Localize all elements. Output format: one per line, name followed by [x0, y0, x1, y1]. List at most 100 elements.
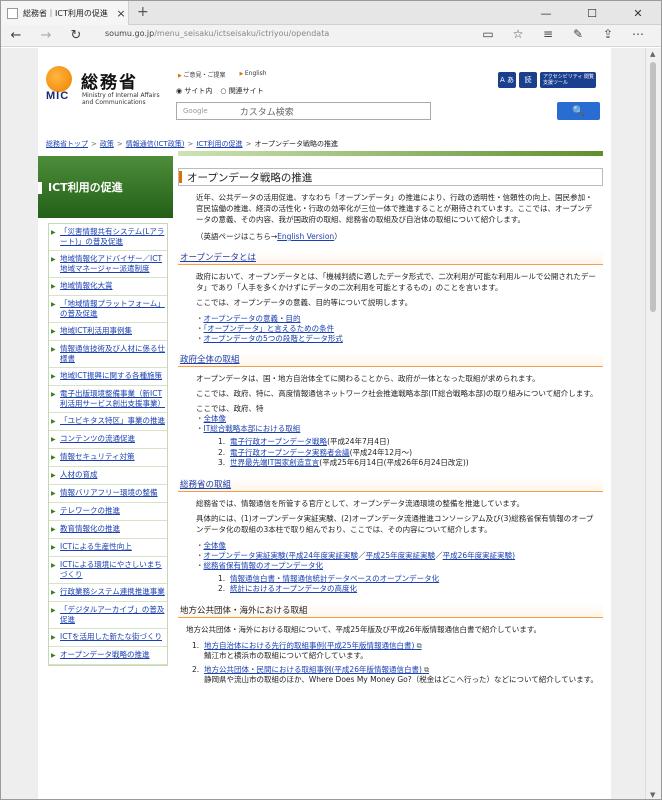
sidebar-item[interactable]: ▶ 「災害情報共有システム(Lアラート)」の普及促進 [49, 224, 167, 251]
sidebar-item[interactable]: ▶ 「ユビキタス特区」事業の推進 [49, 413, 167, 431]
browser-tab[interactable]: 総務省｜ICT利用の促進 × [1, 1, 129, 25]
address-path: /menu_seisaku/ictseisaku/ictriyou/openda… [154, 29, 330, 38]
sidebar-item[interactable]: ▶ コンテンツの流通促進 [49, 431, 167, 449]
web-note-icon[interactable]: ✎ [563, 27, 593, 41]
hub-icon[interactable]: ≡ [533, 27, 563, 41]
back-button[interactable]: ← [1, 28, 31, 43]
green-divider [178, 151, 603, 156]
search-input[interactable]: Google カスタム検索 [176, 102, 431, 120]
search-button[interactable]: 🔍 [557, 102, 600, 120]
ordered-list: 1. 情報通信白書・情報通信統計データベースのオープンデータ化 2. 統計におけるオ… [218, 574, 603, 595]
sidebar-item[interactable]: ▶ テレワークの推進 [49, 503, 167, 521]
sidebar-item[interactable]: ▶ 「デジタルアーカイブ」の普及促進 [49, 602, 167, 629]
search-placeholder: カスタム検索 [239, 107, 294, 118]
scroll-down-icon[interactable]: ▼ [650, 791, 655, 799]
arrow-icon: ▶ [51, 256, 56, 263]
sidebar-item[interactable]: ▶ ICTによる環境にやさしいまちづくり [49, 557, 167, 584]
sidebar-item[interactable]: ▶ ICTを活用した新たな街づくり [49, 629, 167, 647]
sidebar-item[interactable]: ▶ 「地域情報プラットフォーム」の普及促進 [49, 296, 167, 323]
sidebar-item[interactable]: ▶ 人材の育成 [49, 467, 167, 485]
sidebar-item[interactable]: ▶ 地域情報化大賞 [49, 278, 167, 296]
arrow-icon: ▶ [51, 472, 56, 479]
paragraph: ここでは、オープンデータの意義、目的等について説明します。 [196, 298, 413, 307]
sidebar-item[interactable]: ▶ 教育情報化の推進 [49, 521, 167, 539]
arrow-icon: ▶ [51, 526, 56, 533]
sidebar-item[interactable]: ▶ 電子出版環境整備事業（新ICT利活用サービス創出支援事業） [49, 386, 167, 413]
tab-close-icon[interactable]: × [114, 7, 128, 20]
list-item: オープンデータの意義・目的 [196, 314, 603, 324]
list-item: 3. 世界最先端IT国家創造宣言(平成25年6月14日(平成26年6月24日改定)… [218, 458, 469, 467]
minimize-button[interactable]: — [523, 1, 569, 25]
navigation-bar: ← → ↻ soumu.go.jp/menu_seisaku/ictseisak… [1, 25, 661, 47]
close-window-button[interactable]: ✕ [615, 1, 661, 25]
list-item: 1.地方自治体における先行的取組事例(平成25年版情報通信白書)鯖江市と横浜市の… [192, 641, 603, 662]
crumb-ict-use[interactable]: ICT利用の促進 [196, 140, 242, 148]
list-item: 2. 統計におけるオープンデータの高度化 [218, 584, 358, 593]
sidebar-item[interactable]: ▶ 地域ICT利活用事例集 [49, 323, 167, 341]
more-icon[interactable]: ⋯ [623, 27, 653, 41]
mic-logo[interactable]: 総務省 Ministry of Internal Affairs and Comm… [46, 66, 160, 106]
paragraph: ここでは、政府、特に、高度情報通信ネットワーク社会推進戦略本部(IT総合戦略本部… [196, 389, 598, 398]
speech-button[interactable]: 読 [519, 72, 537, 88]
sidebar-item[interactable]: ▶ 情報セキュリティ対策 [49, 449, 167, 467]
english-note: （英語ページはこちら→English Version） [196, 232, 342, 241]
arrow-icon: ▶ [51, 436, 56, 443]
radio-site[interactable]: ◉ サイト内 [176, 86, 212, 96]
sidebar-item[interactable]: ▶ 情報通信技術及び人材に係る仕様書 [49, 341, 167, 368]
english-version-link[interactable]: English Version [277, 232, 334, 241]
breadcrumb: 総務省トップ > 政策 > 情報通信(ICT政策) > ICT利用の促進 > オープンデータ戦略… [46, 140, 339, 148]
tab-title: 総務省｜ICT利用の促進 [23, 8, 108, 18]
crumb-policy[interactable]: 政策 [100, 140, 114, 148]
scroll-up-icon[interactable]: ▲ [650, 50, 655, 58]
arrow-icon: ▶ [51, 562, 56, 569]
reading-view-icon[interactable]: ▭ [473, 27, 503, 41]
crumb-top[interactable]: 総務省トップ [46, 140, 88, 148]
link-list: 全体像 オープンデータ実証実験(平成24年度実証実験／平成25年度実証実験／平成… [196, 541, 603, 571]
scroll-thumb[interactable] [650, 62, 656, 312]
arrow-icon: ▶ [51, 229, 56, 236]
page-viewport: 総務省 Ministry of Internal Affairs and Comm… [1, 48, 646, 799]
window-controls: — ☐ ✕ [523, 1, 661, 25]
sidebar-item[interactable]: ▶ 地域情報化アドバイザー／ICT地域マネージャー派遣制度 [49, 251, 167, 278]
list-item: オープンデータの5つの段階とデータ形式 [196, 334, 603, 344]
logo-english: Ministry of Internal Affairs and Communic… [82, 92, 160, 106]
english-link[interactable]: English [239, 70, 267, 79]
list-item: 2. 電子行政オープンデータ実務者会議(平成24年12月～) [218, 447, 413, 457]
section-heading: 政府全体の取組 [178, 352, 603, 367]
crumb-current: オープンデータ戦略の推進 [254, 140, 339, 148]
sidebar-item[interactable]: ▶ 地域ICT振興に関する各種施策 [49, 368, 167, 386]
feedback-link[interactable]: ご意見・ご提案 [178, 70, 225, 79]
list-item: IT総合戦略本部における取組 [196, 424, 603, 434]
font-size-button[interactable]: A あ [498, 72, 516, 88]
web-page: 総務省 Ministry of Internal Affairs and Comm… [38, 48, 611, 799]
arrow-icon: ▶ [51, 391, 56, 398]
list-item: 全体像 [196, 541, 603, 551]
link-list: 全体像 IT総合戦略本部における取組 [196, 414, 603, 434]
ordered-list: 1.地方自治体における先行的取組事例(平成25年版情報通信白書)鯖江市と横浜市の… [192, 641, 603, 686]
crumb-ict[interactable]: 情報通信(ICT政策) [126, 140, 185, 148]
maximize-button[interactable]: ☐ [569, 1, 615, 25]
address-bar[interactable]: soumu.go.jp/menu_seisaku/ictseisaku/ictr… [105, 29, 329, 38]
logo-japanese: 総務省 [81, 73, 138, 93]
search-scope: ◉ サイト内 ○ 関連サイト [176, 86, 264, 96]
header-links: ご意見・ご提案 English [178, 70, 267, 79]
list-item: 「オープンデータ」と言えるための条件 [196, 324, 603, 334]
sidebar-title: ICT利用の促進 [38, 156, 173, 218]
paragraph: 総務省では、情報通信を所管する官庁として、オープンデータ流通環境の整備を推進して… [196, 498, 524, 508]
new-tab-button[interactable]: + [137, 4, 149, 20]
paragraph: 具体的には、(1)オープンデータ実証実験、(2)オープンデータ流通推進コンソーシ… [196, 513, 594, 534]
vertical-scrollbar[interactable]: ▲ ▼ [645, 48, 661, 799]
sidebar-item[interactable]: ▶ 行政業務システム連携推進事業 [49, 584, 167, 602]
sidebar-item[interactable]: ▶ ICTによる生産性向上 [49, 539, 167, 557]
arrow-icon: ▶ [51, 607, 56, 614]
sidebar-item[interactable]: ▶ オープンデータ戦略の推進 [49, 647, 167, 665]
favorite-star-icon[interactable]: ☆ [503, 27, 533, 41]
sidebar-item[interactable]: ▶ 情報バリアフリー環境の整備 [49, 485, 167, 503]
accessibility-button[interactable]: アクセシビリティ 閲覧支援ツール [540, 72, 596, 88]
arrow-icon: ▶ [51, 418, 56, 425]
share-icon[interactable]: ⇪ [593, 27, 623, 41]
section-heading: 総務省の取組 [178, 476, 603, 492]
refresh-button[interactable]: ↻ [61, 28, 91, 43]
forward-button[interactable]: → [31, 28, 61, 43]
radio-related[interactable]: ○ 関連サイト [220, 86, 263, 96]
